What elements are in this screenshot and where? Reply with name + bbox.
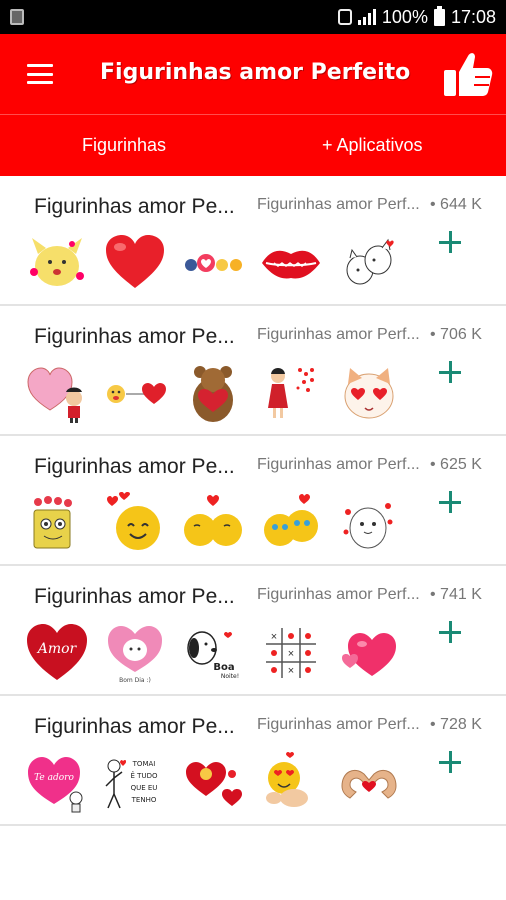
menu-icon[interactable] xyxy=(27,64,53,84)
red-lips-sticker xyxy=(260,232,322,294)
pack-size: • 644 K xyxy=(430,196,482,213)
svg-text:×: × xyxy=(288,648,294,660)
svg-text:Amor: Amor xyxy=(36,641,78,657)
app-title: Figurinhas amor Perfeito xyxy=(100,60,411,85)
pack-name: Figurinhas amor Pe... xyxy=(34,585,235,608)
svg-text:Te adoro: Te adoro xyxy=(34,773,74,783)
hands-heart-shape-sticker xyxy=(338,752,400,814)
status-bar: 100% 17:08 xyxy=(0,0,506,34)
emoji-heart-hands-sticker xyxy=(260,752,322,814)
pack-size: • 625 K xyxy=(430,456,482,473)
sticker-pack-list: Figurinhas amor Pe... Figurinhas amor Pe… xyxy=(0,176,506,826)
sticker-preview-row xyxy=(26,492,400,554)
red-heart-sticker xyxy=(104,232,166,294)
character-holding-heart-sticker xyxy=(26,362,88,424)
pack-size: • 706 K xyxy=(430,326,482,343)
cat-heart-eyes-sticker xyxy=(338,362,400,424)
add-pack-button[interactable] xyxy=(436,358,466,388)
svg-text:TENHO: TENHO xyxy=(131,796,157,804)
red-hearts-cluster-sticker xyxy=(182,752,244,814)
pack-author: Figurinhas amor Perf... xyxy=(257,586,420,603)
reaction-emojis-sticker xyxy=(182,232,244,294)
pack-author: Figurinhas amor Perf... xyxy=(257,326,420,343)
svg-text:×: × xyxy=(288,665,294,677)
kiss-emoji-heart-sticker xyxy=(104,362,166,424)
cute-character-hearts-sticker xyxy=(338,492,400,554)
sticker-preview-row: Amor Bom Dia :) Boa Noite! × × × xyxy=(26,622,400,684)
heart-eyes-emojis-sticker xyxy=(260,492,322,554)
spongebob-hearts-sticker xyxy=(26,492,88,554)
pack-author: Figurinhas amor Perf... xyxy=(257,716,420,733)
sticker-preview-row xyxy=(26,232,400,294)
tab-aplicativos[interactable]: + Aplicativos xyxy=(322,135,423,156)
emojis-kissing-sticker xyxy=(182,492,244,554)
signal-icon xyxy=(357,9,376,25)
sticker-pack-row[interactable]: Figurinhas amor Pe... Figurinhas amor Pe… xyxy=(0,306,506,436)
sticker-pack-row[interactable]: Figurinhas amor Pe... Figurinhas amor Pe… xyxy=(0,176,506,306)
pack-name: Figurinhas amor Pe... xyxy=(34,455,235,478)
battery-percent: 100% xyxy=(381,6,428,27)
notification-icon xyxy=(10,9,24,25)
pack-name: Figurinhas amor Pe... xyxy=(34,325,235,348)
add-pack-button[interactable] xyxy=(436,228,466,258)
pack-name: Figurinhas amor Pe... xyxy=(34,715,235,738)
pack-name: Figurinhas amor Pe... xyxy=(34,195,235,218)
alarm-icon xyxy=(337,9,352,25)
sticker-pack-row[interactable]: Figurinhas amor Pe... Figurinhas amor Pe… xyxy=(0,696,506,826)
sticker-preview-row: Te adoro TOMAI Ê TUDO QUE EU TENHO xyxy=(26,752,400,814)
status-icons: 100% 17:08 xyxy=(337,5,496,29)
pack-size: • 741 K xyxy=(430,586,482,603)
pink-hearts-sticker xyxy=(338,622,400,684)
pack-size: • 728 K xyxy=(430,716,482,733)
pikachu-hearts-sticker xyxy=(26,232,88,294)
svg-text:QUE EU: QUE EU xyxy=(131,784,158,792)
svg-text:TOMAI: TOMAI xyxy=(132,760,156,768)
amor-heart-sticker: Amor xyxy=(26,622,88,684)
sticker-preview-row xyxy=(26,362,400,424)
svg-text:Ê TUDO: Ê TUDO xyxy=(131,771,158,780)
bears-hugging-sticker xyxy=(182,362,244,424)
sticker-pack-row[interactable]: Figurinhas amor Pe... Figurinhas amor Pe… xyxy=(0,436,506,566)
thumbs-up-icon[interactable] xyxy=(442,48,494,100)
kissing-cats-sticker xyxy=(338,232,400,294)
app-bar: Figurinhas amor Perfeito xyxy=(0,34,506,114)
tic-tac-toe-hearts-sticker: × × × xyxy=(260,622,322,684)
marie-cat-heart-sticker: Bom Dia :) xyxy=(104,622,166,684)
snoopy-boa-noite-sticker: Boa Noite! xyxy=(182,622,244,684)
te-adoro-heart-sticker: Te adoro xyxy=(26,752,88,814)
tab-bar: Figurinhas + Aplicativos xyxy=(0,114,506,176)
sticker-pack-row[interactable]: Figurinhas amor Pe... Figurinhas amor Pe… xyxy=(0,566,506,696)
add-pack-button[interactable] xyxy=(436,748,466,778)
add-pack-button[interactable] xyxy=(436,488,466,518)
svg-text:Bom Dia :): Bom Dia :) xyxy=(119,677,151,684)
svg-text:Boa: Boa xyxy=(213,662,234,673)
smiling-emoji-hearts-sticker xyxy=(104,492,166,554)
battery-icon xyxy=(433,5,445,26)
add-pack-button[interactable] xyxy=(436,618,466,648)
svg-text:Noite!: Noite! xyxy=(221,673,239,680)
svg-text:×: × xyxy=(271,631,277,643)
tab-figurinhas[interactable]: Figurinhas xyxy=(82,135,166,156)
pack-author: Figurinhas amor Perf... xyxy=(257,196,420,213)
clock: 17:08 xyxy=(450,6,496,27)
girl-in-red-dress-sticker xyxy=(260,362,322,424)
pack-author: Figurinhas amor Perf... xyxy=(257,456,420,473)
tomai-tudo-stick-figure-sticker: TOMAI Ê TUDO QUE EU TENHO xyxy=(104,752,166,814)
